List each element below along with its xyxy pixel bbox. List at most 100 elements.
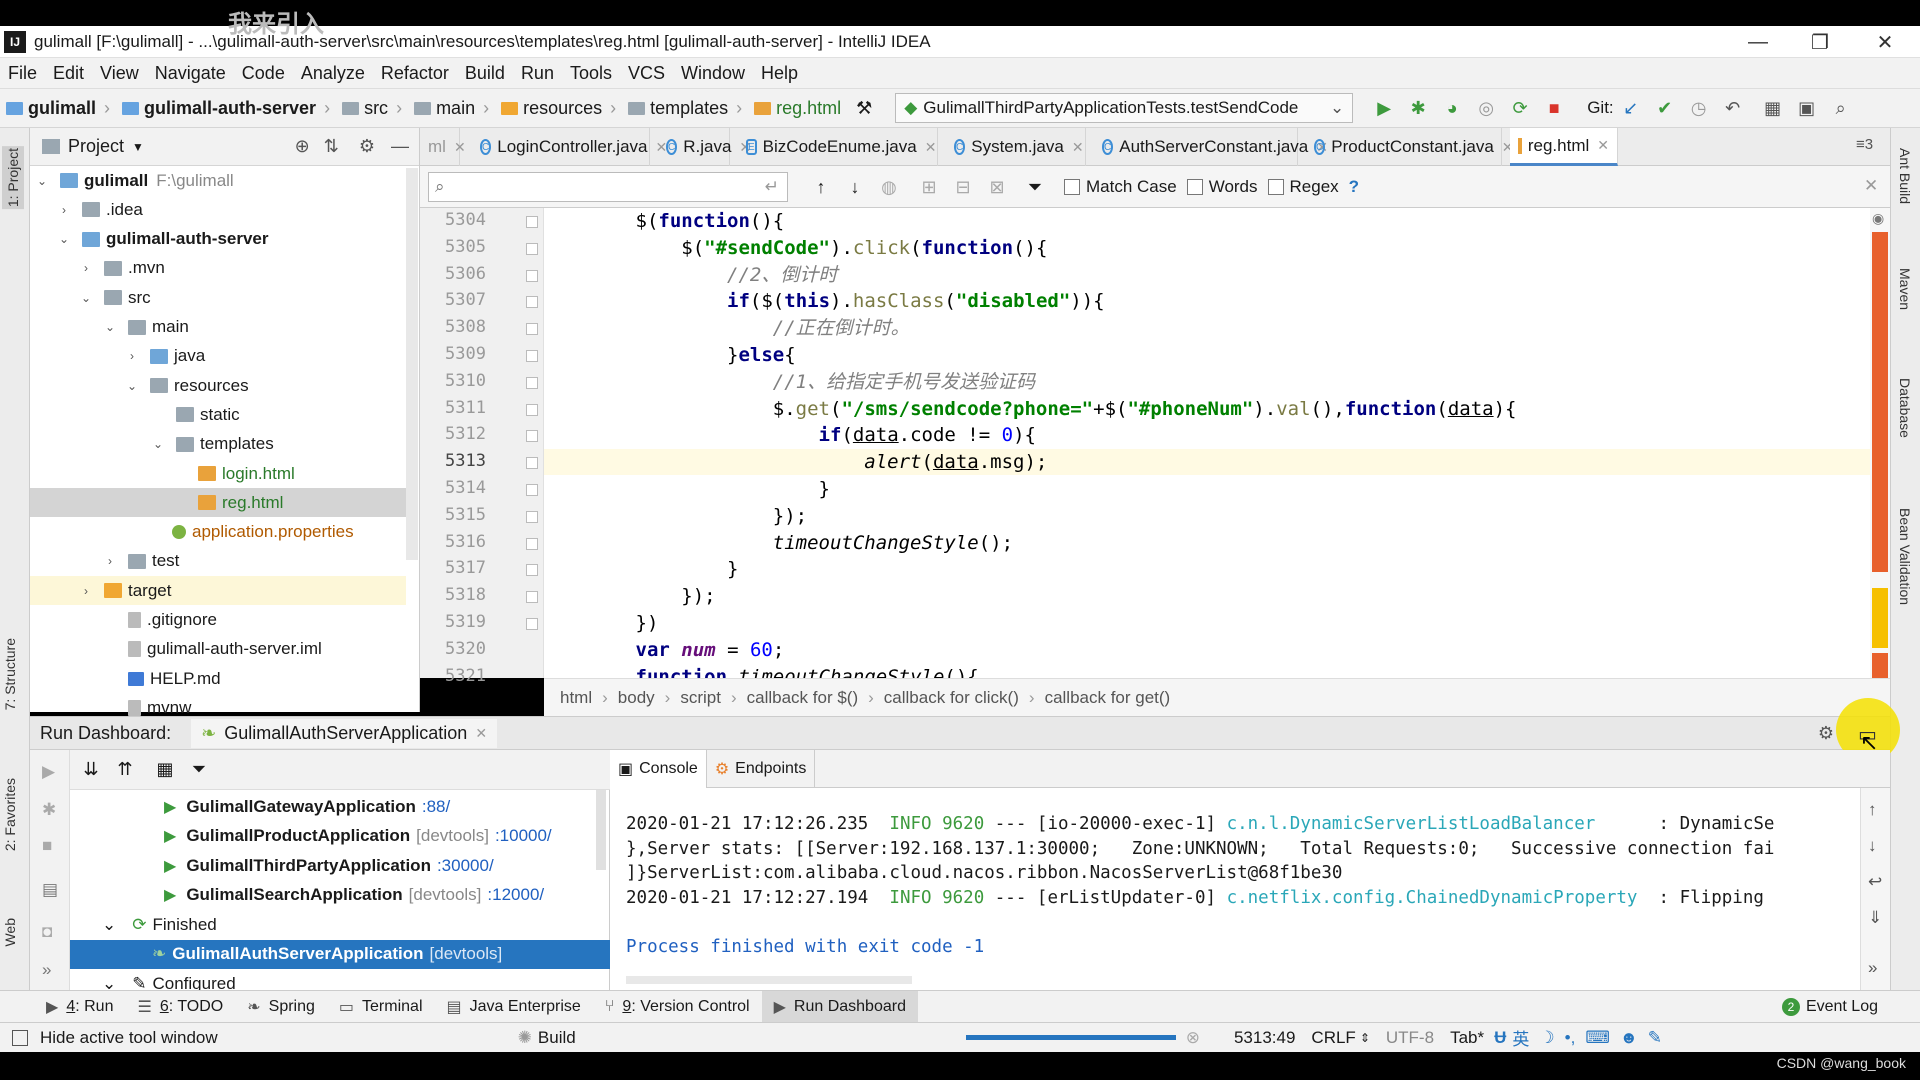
project-panel-title[interactable]: Project: [68, 136, 124, 157]
fold-marker-icon[interactable]: [526, 323, 538, 336]
chevron-down-icon[interactable]: ▼: [132, 140, 144, 154]
regex-help-link[interactable]: ?: [1349, 177, 1359, 197]
database-tool-tab[interactable]: Database: [1897, 378, 1913, 438]
layout-icon[interactable]: ▤: [42, 880, 58, 900]
more-icon[interactable]: »: [1868, 958, 1877, 978]
close-icon[interactable]: ✕: [454, 139, 466, 156]
fold-marker-icon[interactable]: [526, 564, 538, 577]
bottom-tab[interactable]: ▶ 4: Run: [34, 991, 125, 1023]
soft-wrap-icon[interactable]: ↩: [1868, 872, 1882, 892]
tree-item[interactable]: login.html: [30, 459, 400, 488]
structure-path-item[interactable]: callback for $(): [737, 688, 868, 708]
code-line[interactable]: var num = 60;: [544, 637, 1872, 663]
breadcrumb-item[interactable]: reg.html: [748, 98, 847, 119]
menu-window[interactable]: Window: [673, 63, 753, 84]
scroll-down-icon[interactable]: ↓: [1868, 836, 1877, 856]
console-hscrollbar[interactable]: [626, 976, 912, 984]
add-selection-icon[interactable]: ⊞: [918, 176, 940, 198]
run-dashboard-item[interactable]: ▶ GulimallGatewayApplication:88/: [70, 792, 610, 821]
menu-analyze[interactable]: Analyze: [293, 63, 373, 84]
menu-tools[interactable]: Tools: [562, 63, 620, 84]
code-line[interactable]: }: [544, 556, 1872, 582]
hammer-icon[interactable]: ⚒: [853, 97, 875, 119]
run-dashboard-item[interactable]: ▶ GulimallThirdPartyApplication:30000/: [70, 851, 610, 880]
menu-view[interactable]: View: [92, 63, 147, 84]
chevron-right-icon[interactable]: ›: [124, 349, 140, 363]
file-encoding[interactable]: UTF-8: [1386, 1028, 1434, 1048]
chevron-right-icon[interactable]: ›: [78, 261, 94, 275]
code-line[interactable]: if(data.code != 0){: [544, 422, 1872, 448]
code-line[interactable]: $(function(){: [544, 208, 1872, 234]
previous-occurrence-icon[interactable]: ↑: [810, 176, 832, 198]
event-log-button[interactable]: 2 Event Log: [1770, 991, 1890, 1023]
git-revert-icon[interactable]: ↶: [1722, 97, 1744, 119]
group-icon[interactable]: ▦: [154, 759, 176, 781]
fold-marker-icon[interactable]: [526, 296, 538, 309]
fold-marker-icon[interactable]: [526, 242, 538, 255]
locate-icon[interactable]: ⊕: [295, 136, 310, 157]
stop-icon[interactable]: ■: [1543, 97, 1565, 119]
editor-tab[interactable]: C System.java ✕: [946, 128, 1086, 166]
breadcrumb-item[interactable]: main ›: [408, 98, 495, 119]
app-port-link[interactable]: :88/: [422, 797, 450, 817]
structure-path-item[interactable]: callback for click(): [874, 688, 1029, 708]
editor-tab[interactable]: C LoginController.java ✕: [472, 128, 667, 166]
menu-build[interactable]: Build: [457, 63, 513, 84]
tree-item[interactable]: ⌄ main: [30, 313, 400, 342]
chevron-down-icon[interactable]: ⌄: [150, 437, 166, 451]
tree-item[interactable]: › java: [30, 342, 400, 371]
tree-item[interactable]: ⌄ resources: [30, 371, 400, 400]
profile-icon[interactable]: ◎: [1475, 97, 1497, 119]
run-dashboard-app-tab[interactable]: ❧ GulimallAuthServerApplication ✕: [191, 718, 498, 748]
bottom-tab[interactable]: ❧ Spring: [235, 991, 327, 1023]
menu-file[interactable]: File: [0, 63, 45, 84]
breadcrumb-item[interactable]: templates ›: [622, 98, 748, 119]
bottom-tab[interactable]: ▭ Terminal: [327, 991, 435, 1023]
breadcrumb-item[interactable]: gulimall-auth-server ›: [116, 98, 336, 119]
stop-icon[interactable]: ■: [42, 836, 52, 856]
restore-button[interactable]: ❐: [1790, 26, 1850, 58]
fold-marker-icon[interactable]: [526, 376, 538, 389]
structure-path-item[interactable]: script: [670, 688, 731, 708]
build-status[interactable]: Build: [538, 1028, 576, 1048]
chevron-right-icon[interactable]: ›: [102, 554, 118, 568]
close-icon[interactable]: ✕: [475, 725, 487, 742]
select-all-icon[interactable]: ⊠: [986, 176, 1008, 198]
close-icon[interactable]: ✕: [1597, 137, 1609, 154]
code-line[interactable]: //正在倒计时。: [544, 315, 1872, 341]
tool-window-icon[interactable]: ▣: [1796, 97, 1818, 119]
ime-language[interactable]: 英: [1512, 1025, 1529, 1050]
menu-navigate[interactable]: Navigate: [147, 63, 234, 84]
caret-position[interactable]: 5313:49: [1234, 1028, 1295, 1048]
fold-marker-icon[interactable]: [526, 537, 538, 550]
ime-keyboard-icon[interactable]: ⌨: [1585, 1028, 1610, 1048]
ime-moon-icon[interactable]: ☽: [1539, 1028, 1554, 1048]
chevron-down-icon[interactable]: ⌄: [102, 320, 118, 334]
code-line[interactable]: }else{: [544, 342, 1872, 368]
cancel-build-icon[interactable]: ⊗: [1186, 1028, 1200, 1048]
search-everywhere-icon[interactable]: ⌕: [1830, 97, 1852, 119]
run-dashboard-scrollbar[interactable]: [596, 790, 606, 870]
debug-icon[interactable]: ✱: [42, 800, 56, 820]
tab-endpoints[interactable]: ⚙ Endpoints: [707, 749, 816, 788]
find-all-icon[interactable]: ◍: [878, 176, 900, 198]
code-line[interactable]: }: [544, 476, 1872, 502]
minimize-button[interactable]: —: [1728, 26, 1788, 58]
tab-overflow-button[interactable]: ≡3: [1856, 136, 1873, 153]
scroll-to-end-icon[interactable]: ⇓: [1868, 908, 1882, 928]
bean-validation-tool-tab[interactable]: Bean Validation: [1897, 508, 1913, 605]
tree-item[interactable]: reg.html: [30, 488, 406, 518]
debug-icon[interactable]: ✱: [1407, 97, 1429, 119]
expand-all-icon[interactable]: ⇊: [80, 759, 102, 781]
web-tool-tab[interactable]: Web: [2, 918, 18, 947]
editor-tab[interactable]: E BizCodeEnume.java ✕: [738, 128, 938, 166]
hide-panel-icon[interactable]: —: [391, 136, 409, 157]
fold-marker-icon[interactable]: [526, 216, 538, 228]
tree-item[interactable]: ⌄ gulimall-auth-server: [30, 225, 400, 254]
chevron-down-icon[interactable]: ⌄: [34, 174, 50, 188]
fold-marker-icon[interactable]: [526, 350, 538, 362]
words-checkbox[interactable]: Words: [1186, 177, 1258, 197]
breadcrumb-item[interactable]: resources ›: [495, 98, 622, 119]
close-icon[interactable]: ✕: [1072, 139, 1084, 156]
run-dashboard-item[interactable]: ▶ GulimallSearchApplication [devtools]:120…: [70, 881, 610, 910]
